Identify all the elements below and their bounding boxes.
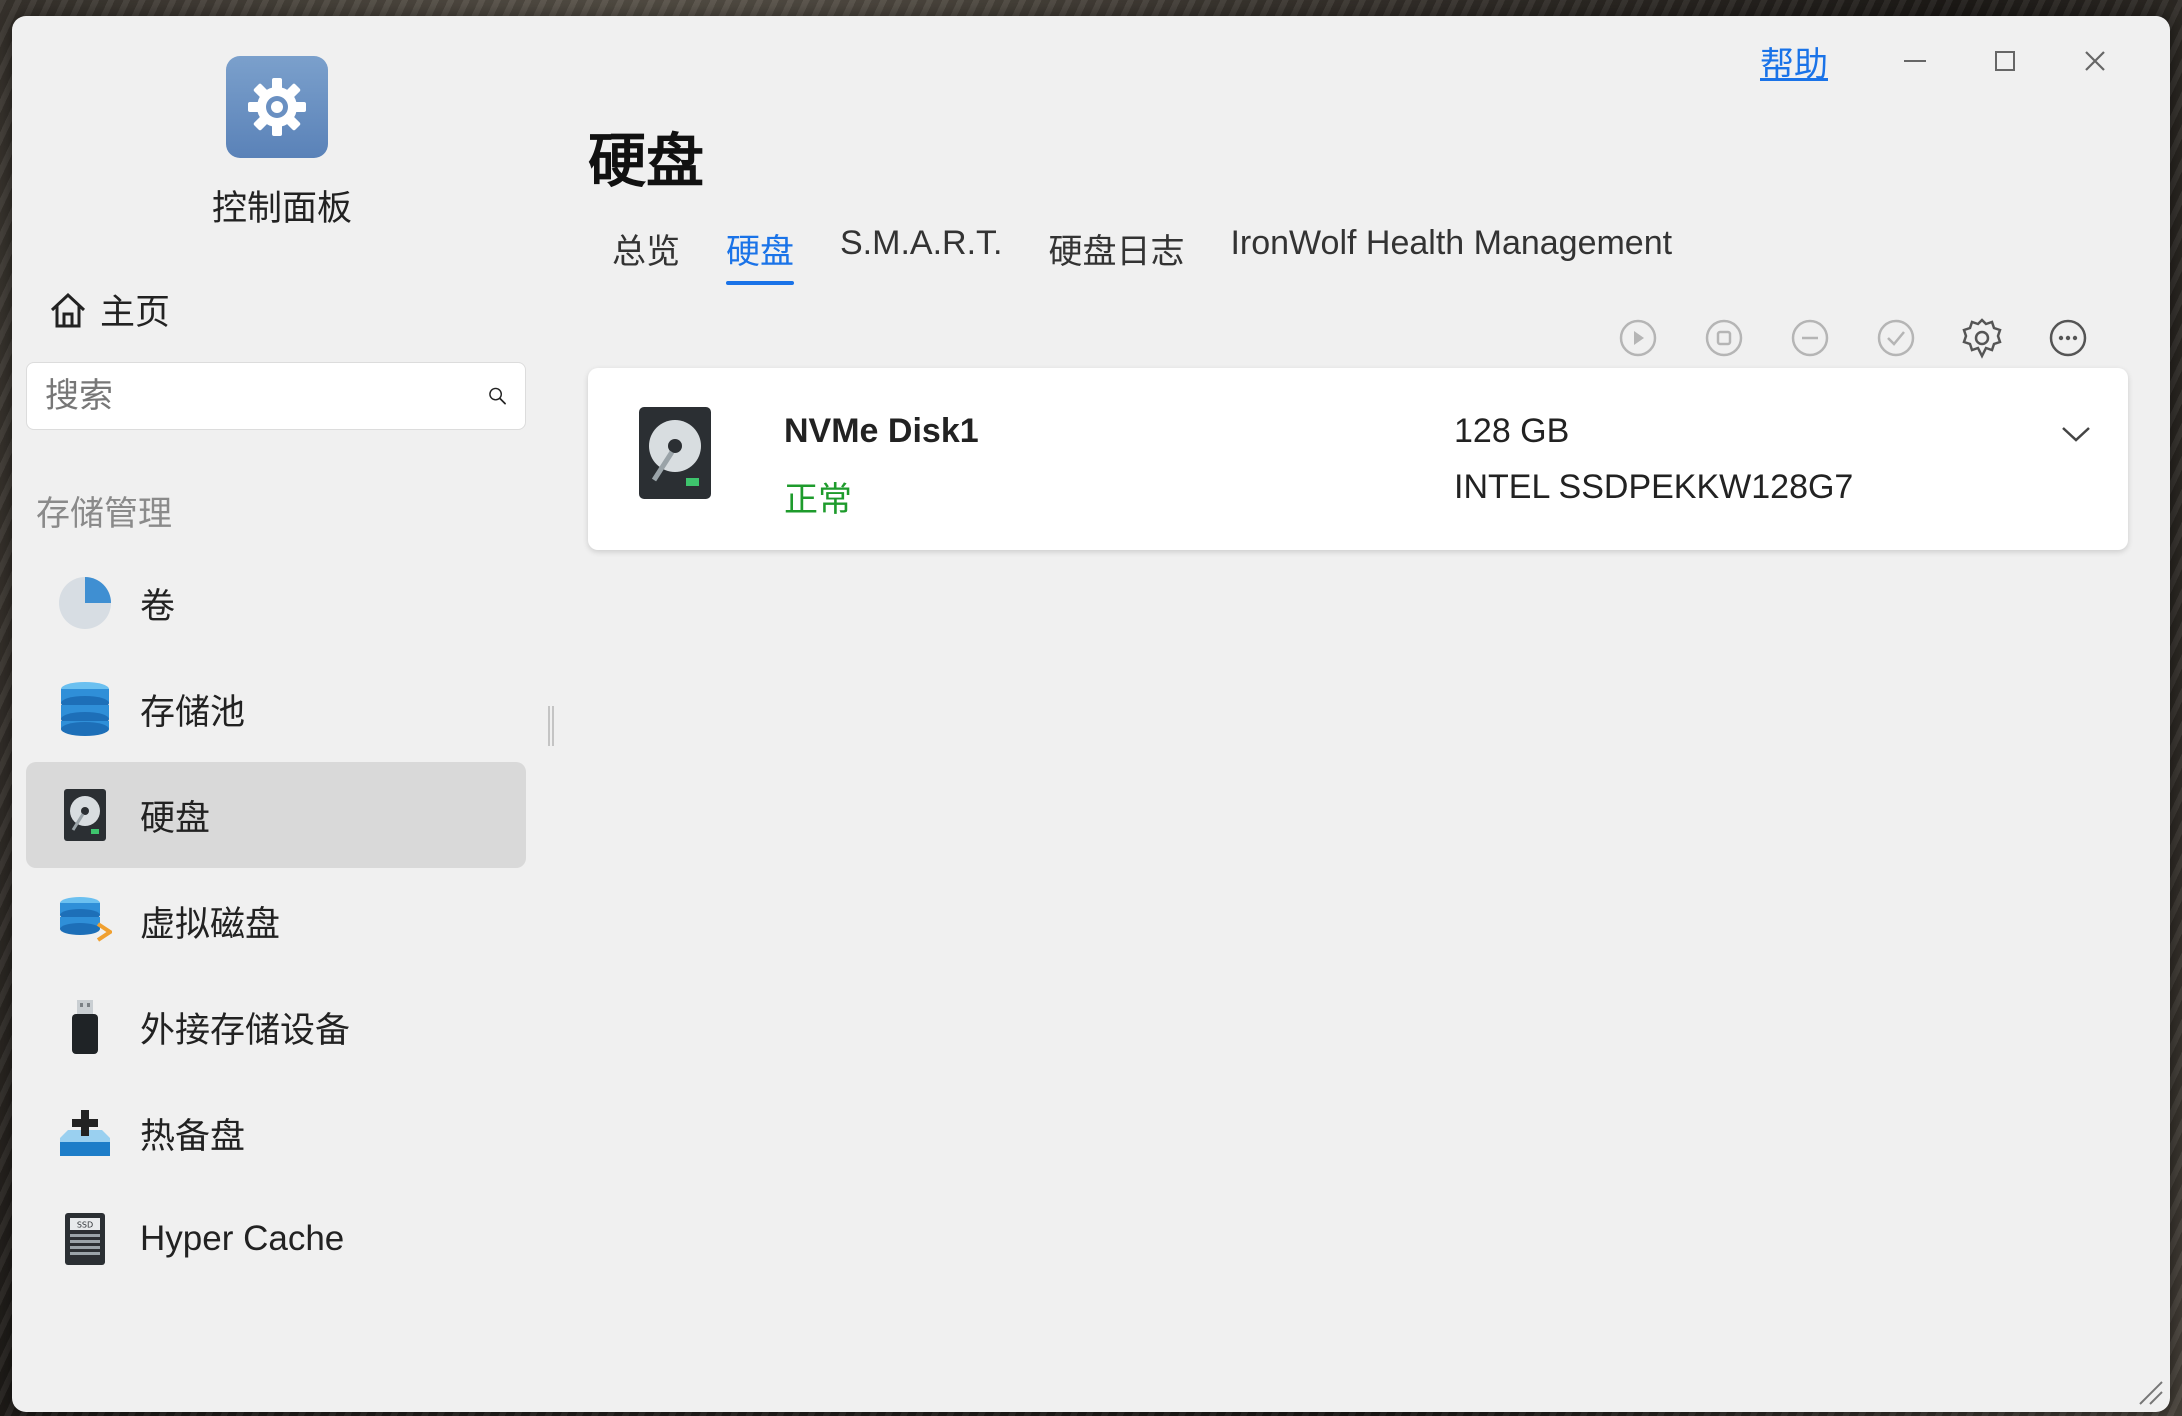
control-panel-window: 帮助 控制面板 主页 搜索 存储管理 卷 存储池 硬盘 虚拟磁盘 外接存储设备 … [12,16,2170,1412]
tab-smart[interactable]: S.M.A.R.T. [840,224,1002,285]
svg-text:SSD: SSD [77,1221,93,1230]
sidebar-resizer[interactable] [548,706,554,746]
window-controls: 帮助 [1760,34,2140,88]
sidebar-item-storage-pool[interactable]: 存储池 [26,656,526,762]
home-link[interactable]: 主页 [48,284,170,335]
play-icon [1619,319,1657,357]
remove-button[interactable] [1788,316,1832,360]
search-box [26,362,526,430]
tab-bar: 总览 硬盘 S.M.A.R.T. 硬盘日志 IronWolf Health Ma… [612,224,1672,285]
maximize-icon [1995,51,2015,71]
disk-name: NVMe Disk1 [784,412,979,450]
sidebar-item-label: 热备盘 [140,1116,246,1156]
tab-hard-disk[interactable]: 硬盘 [726,224,794,285]
sidebar: 控制面板 主页 存储管理 [12,16,554,1412]
disk-model: INTEL SSDPEKKW128G7 [1454,468,1854,506]
check-button[interactable] [1874,316,1918,360]
home-icon [50,292,86,327]
resize-grip-icon[interactable] [2134,1376,2164,1406]
disk-size: 128 GB [1454,412,1570,450]
sidebar-item-external-storage[interactable]: 外接存储设备 [26,974,526,1080]
sidebar-item-volume[interactable]: 卷 [26,550,526,656]
control-panel-logo [226,56,328,158]
home-label: 主页 [100,293,171,332]
minimize-button[interactable] [1870,34,1960,88]
minimize-icon [1904,60,1926,62]
sidebar-item-hot-spare[interactable]: 热备盘 [26,1080,526,1186]
settings-button[interactable] [1960,316,2004,360]
sidebar-item-hard-disk[interactable]: 硬盘 [26,762,526,868]
hard-disk-icon [638,406,712,505]
stop-button[interactable] [1702,316,1746,360]
app-name: 控制面板 [211,189,352,228]
storage-nav-list: 卷 存储池 硬盘 虚拟磁盘 外接存储设备 热备盘 SSD Hyper Cache [26,550,526,1292]
close-icon [2085,51,2105,71]
sidebar-item-hyper-cache[interactable]: SSD Hyper Cache [26,1186,526,1292]
help-link[interactable]: 帮助 [1760,37,1828,86]
disk-toolbar [1616,316,2090,360]
virtual-disk-icon [56,892,114,950]
stop-icon [1705,319,1743,357]
maximize-button[interactable] [1960,34,2050,88]
close-button[interactable] [2050,34,2140,88]
sidebar-item-label: 卷 [140,586,176,626]
tab-overview[interactable]: 总览 [612,224,680,285]
check-icon [1877,319,1915,357]
chevron-down-icon [2062,427,2090,442]
settings-icon [1962,318,2002,359]
sidebar-item-label: 硬盘 [140,798,211,838]
sidebar-item-label: 外接存储设备 [140,1010,351,1050]
expand-button[interactable] [2054,412,2098,456]
usb-drive-icon [56,998,114,1056]
gear-icon [248,78,306,136]
disk-card[interactable]: NVMe Disk1 正常 128 GB INTEL SSDPEKKW128G7 [588,368,2128,550]
sidebar-item-label: 虚拟磁盘 [140,904,281,944]
disk-status: 正常 [784,481,852,519]
hard-disk-icon [56,786,114,844]
ssd-cache-icon: SSD [56,1210,114,1268]
tab-ironwolf-health[interactable]: IronWolf Health Management [1230,224,1672,285]
volume-pie-icon [56,574,114,632]
sidebar-item-virtual-disk[interactable]: 虚拟磁盘 [26,868,526,974]
search-input[interactable] [45,376,488,416]
page-title: 硬盘 [588,129,705,194]
more-icon [2049,319,2087,357]
section-label-storage: 存储管理 [36,495,172,533]
hot-spare-icon [56,1104,114,1162]
tab-disk-log[interactable]: 硬盘日志 [1048,224,1184,285]
storage-pool-icon [56,680,114,738]
sidebar-item-label: 存储池 [140,692,246,732]
minus-icon [1791,319,1829,357]
sidebar-item-label: Hyper Cache [140,1219,345,1258]
more-button[interactable] [2046,316,2090,360]
search-icon[interactable] [488,376,507,416]
start-button[interactable] [1616,316,1660,360]
